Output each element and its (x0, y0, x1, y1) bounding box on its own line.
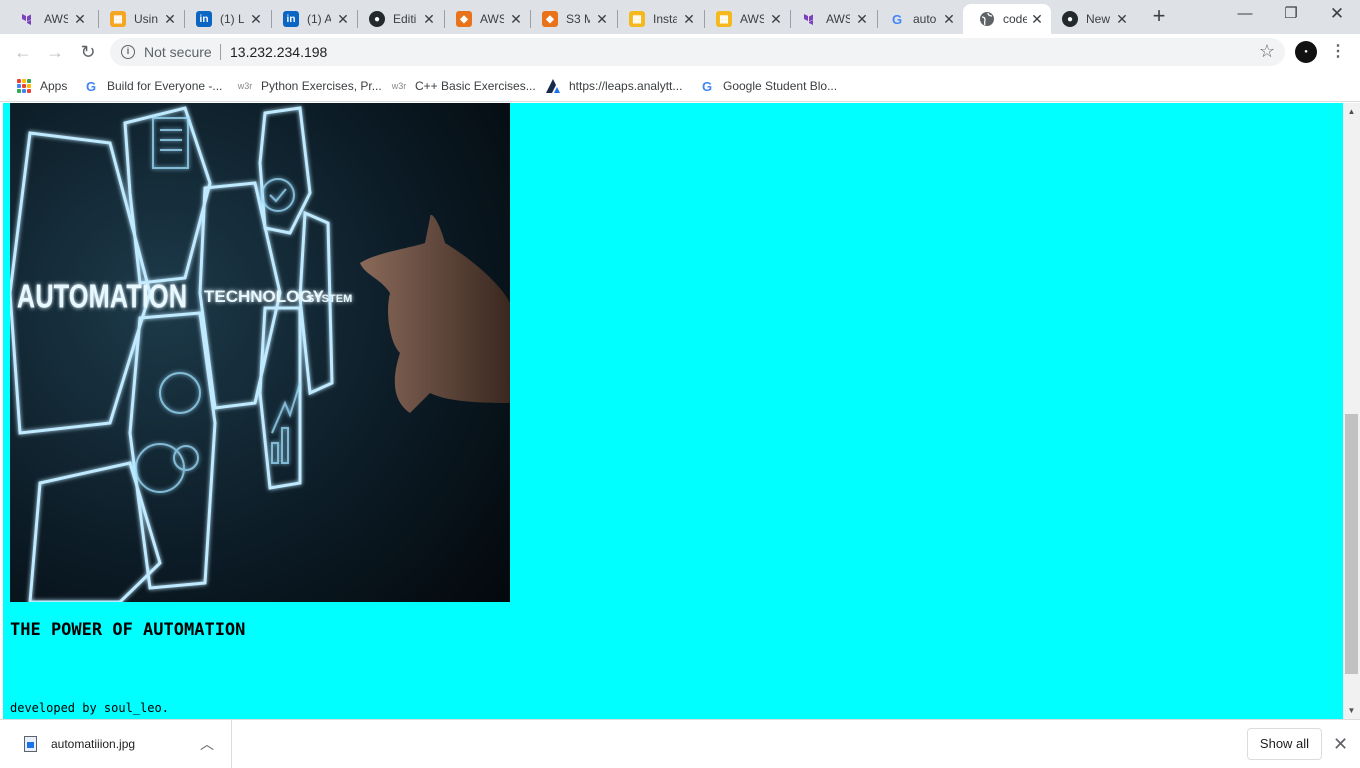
globe-icon (979, 11, 995, 27)
browser-toolbar: ← → ↻ i Not secure 13.232.234.198 ☆ ● ⋮ (0, 34, 1360, 70)
scroll-down-arrow-icon[interactable]: ▼ (1343, 702, 1360, 719)
scroll-up-arrow-icon[interactable]: ▲ (1343, 103, 1360, 120)
close-tab-icon[interactable]: ✕ (594, 11, 610, 27)
aws-cube-icon: ◆ (456, 11, 472, 27)
bookmark-star-icon[interactable]: ☆ (1259, 41, 1275, 62)
aws-cube-icon: ◆ (542, 11, 558, 27)
automation-label: AUTOMATION (17, 279, 187, 316)
minimize-icon[interactable]: — (1222, 0, 1268, 30)
omnibox-divider (220, 44, 221, 60)
more-menu-icon[interactable]: ⋮ (1330, 40, 1346, 64)
forward-arrow-icon[interactable]: → (43, 40, 67, 64)
download-shelf: automatiiion.jpg ︿ Show all ✕ (0, 719, 1360, 768)
close-tab-icon[interactable]: ✕ (1114, 11, 1130, 27)
system-label: SYSTEM (307, 293, 352, 305)
restore-icon[interactable]: ❐ (1268, 0, 1314, 30)
chevron-up-icon[interactable]: ︿ (200, 734, 214, 754)
browser-tab[interactable]: AWS ✕ (786, 4, 876, 34)
browser-tab[interactable]: in (1) L ✕ (180, 4, 270, 34)
browser-tab[interactable]: ▦ Insta ✕ (613, 4, 703, 34)
browser-tab[interactable]: ● Editi ✕ (353, 4, 443, 34)
browser-tab[interactable]: AWS ✕ (4, 4, 94, 34)
close-shelf-icon[interactable]: ✕ (1333, 734, 1348, 755)
close-tab-icon[interactable]: ✕ (854, 11, 870, 27)
browser-tab[interactable]: ▦ AWS ✕ (700, 4, 790, 34)
close-tab-icon[interactable]: ✕ (162, 11, 178, 27)
bookmark-item[interactable]: G Google Student Blo... (699, 77, 837, 95)
aws-box-icon: ▦ (629, 11, 645, 27)
analytics-a-icon (545, 78, 561, 94)
browser-tab[interactable]: ◆ AWS ✕ (440, 4, 530, 34)
show-all-button[interactable]: Show all (1247, 728, 1322, 760)
close-tab-icon[interactable]: ✕ (681, 11, 697, 27)
close-tab-icon[interactable]: ✕ (941, 11, 957, 27)
linkedin-icon: in (196, 11, 212, 27)
close-tab-icon[interactable]: ✕ (248, 11, 264, 27)
google-icon: G (701, 78, 713, 94)
new-tab-icon[interactable]: + (1148, 5, 1170, 28)
automation-hero-image: AUTOMATION TECHNOLOGY SYSTEM (10, 103, 510, 602)
close-tab-icon[interactable]: ✕ (768, 11, 784, 27)
tab-strip: AWS ✕ ▦ Usin ✕ in (1) L ✕ in (1) A ✕ ● E… (0, 0, 1360, 34)
browser-tab-active[interactable]: code ✕ (963, 4, 1051, 34)
browser-tab[interactable]: in (1) A ✕ (267, 4, 357, 34)
back-arrow-icon[interactable]: ← (11, 40, 35, 64)
browser-tab[interactable]: G auto ✕ (873, 4, 963, 34)
info-icon[interactable]: i (121, 45, 135, 59)
bookmark-item[interactable]: w3r Python Exercises, Pr... (237, 77, 382, 95)
w3r-icon: w3r (391, 81, 407, 91)
developer-credit: developed by soul_leo. (10, 701, 169, 715)
automation-illustration: AUTOMATION TECHNOLOGY SYSTEM (10, 103, 510, 602)
profile-avatar[interactable]: ● (1295, 41, 1317, 63)
terraform-icon (802, 11, 818, 27)
github-icon: ● (1062, 11, 1078, 27)
reload-icon[interactable]: ↻ (76, 40, 100, 64)
bookmarks-bar: Apps G Build for Everyone -... w3r Pytho… (0, 70, 1360, 102)
scrollbar-thumb[interactable] (1345, 414, 1358, 674)
browser-tab[interactable]: ▦ Usin ✕ (94, 4, 184, 34)
browser-tab[interactable]: ◆ S3 M ✕ (526, 4, 616, 34)
download-filename[interactable]: automatiiion.jpg (51, 737, 135, 751)
github-icon: ● (369, 11, 385, 27)
address-bar[interactable]: i Not secure 13.232.234.198 ☆ (110, 38, 1285, 66)
aws-box-icon: ▦ (110, 11, 126, 27)
close-window-icon[interactable]: ✕ (1314, 0, 1360, 30)
browser-tab[interactable]: ● New ✕ (1046, 4, 1136, 34)
bookmark-item[interactable]: G Build for Everyone -... (83, 77, 222, 95)
w3r-icon: w3r (237, 81, 253, 91)
bookmark-apps[interactable]: Apps (16, 77, 67, 95)
aws-box-icon: ▦ (716, 11, 732, 27)
close-tab-icon[interactable]: ✕ (72, 11, 88, 27)
close-tab-icon[interactable]: ✕ (1029, 11, 1045, 27)
close-tab-icon[interactable]: ✕ (335, 11, 351, 27)
google-icon: G (85, 78, 97, 94)
close-tab-icon[interactable]: ✕ (508, 11, 524, 27)
image-file-icon (24, 736, 37, 752)
download-item[interactable]: automatiiion.jpg ︿ (0, 720, 232, 768)
linkedin-icon: in (283, 11, 299, 27)
terraform-icon (20, 11, 36, 27)
close-tab-icon[interactable]: ✕ (421, 11, 437, 27)
vertical-scrollbar[interactable]: ▲ ▼ (1343, 103, 1360, 719)
bookmark-item[interactable]: https://leaps.analytt... (545, 77, 682, 95)
page-viewport: AUTOMATION TECHNOLOGY SYSTEM THE POWER O… (0, 103, 1343, 719)
security-status[interactable]: Not secure (144, 44, 212, 60)
bookmark-item[interactable]: w3r C++ Basic Exercises... (391, 77, 536, 95)
google-icon: G (891, 11, 903, 27)
page-heading: THE POWER OF AUTOMATION (10, 620, 246, 640)
apps-grid-icon (16, 78, 32, 94)
url-text[interactable]: 13.232.234.198 (230, 44, 327, 60)
